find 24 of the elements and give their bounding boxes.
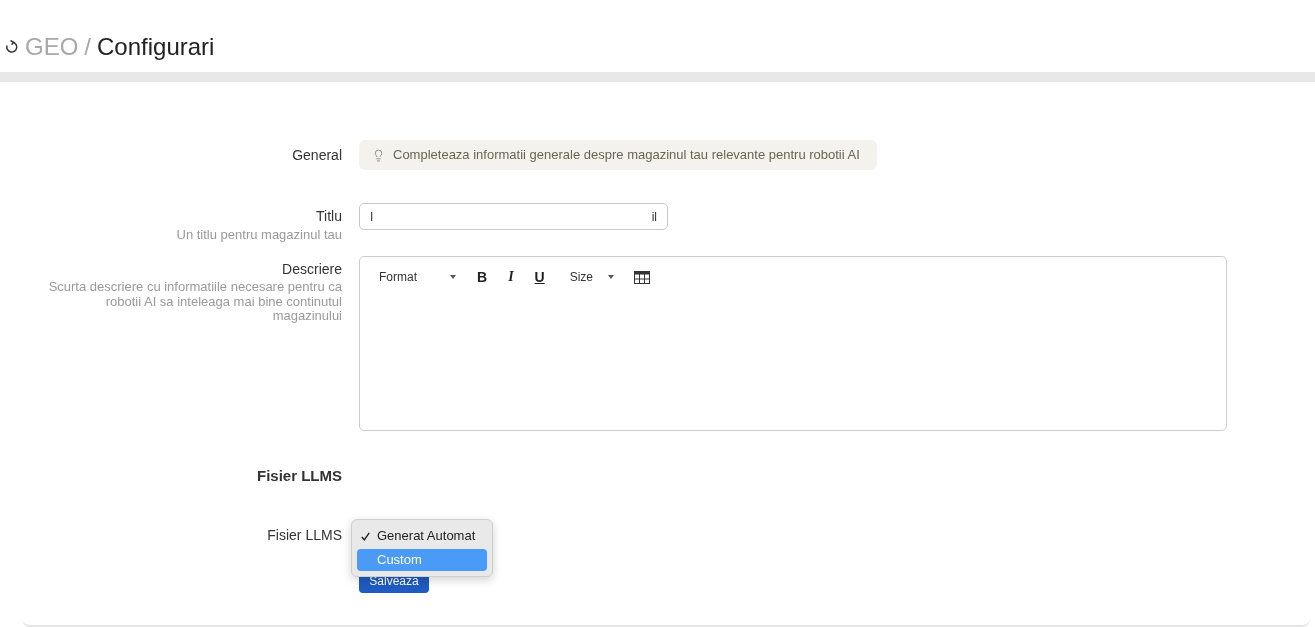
field-label: Descriere [282, 261, 342, 278]
field-help-text: Scurta descriere cu informatiile necesare pentru ca robotii AI sa inteleaga mai bine continutul magazinului [47, 280, 342, 324]
table-button[interactable] [633, 270, 650, 284]
caret-icon [450, 275, 456, 279]
field-help-text: Un titlu pentru magazinul tau [176, 227, 342, 242]
underline-button[interactable]: U [534, 269, 545, 285]
field-label: Fisier LLMS [267, 525, 342, 545]
section-heading: Fisier LLMS [257, 465, 342, 486]
italic-button[interactable]: I [508, 269, 514, 285]
toolbar-dropdown[interactable]: Size [569, 269, 614, 285]
hint-text: Completeaza informatii generale despre magazinul tau relevante pentru robotii AI [393, 146, 860, 165]
toolbar-dropdown[interactable]: Format [379, 269, 456, 285]
lightbulb-icon [372, 148, 385, 162]
field-label: General [292, 145, 342, 165]
circular-arrow-icon[interactable] [4, 40, 18, 54]
caret-icon [607, 275, 614, 279]
description-editor[interactable]: Format B I U Size [359, 256, 1227, 431]
breadcrumb-separator: / [84, 33, 91, 61]
title-input[interactable]: I il [359, 203, 668, 230]
field-label: Titlu [316, 207, 342, 226]
page-title: Configurari [97, 33, 215, 61]
table-icon [633, 270, 650, 284]
bold-button[interactable]: B [477, 269, 488, 285]
menu-option[interactable]: Generat Automat [357, 525, 487, 547]
